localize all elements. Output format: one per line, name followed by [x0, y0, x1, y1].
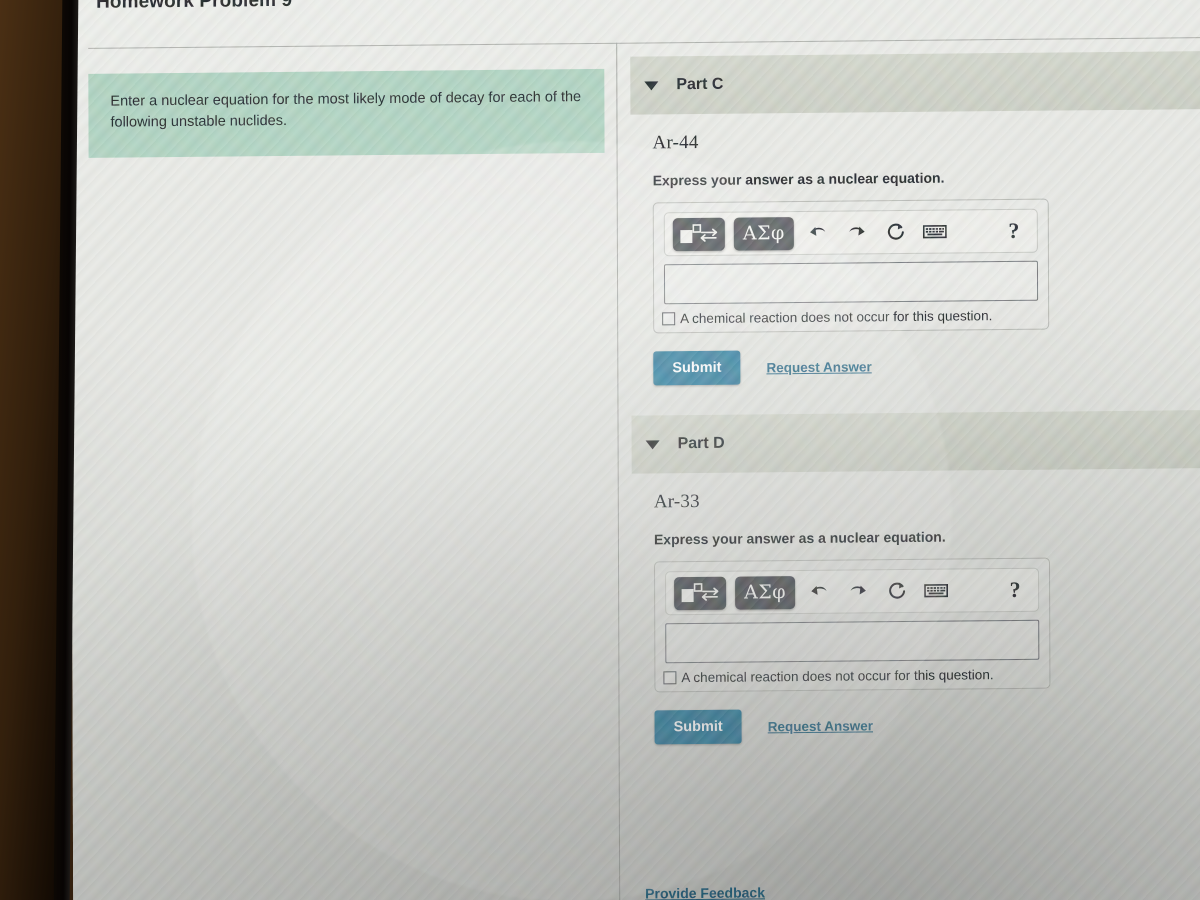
greek-symbols-button[interactable]: ΑΣφ — [735, 575, 796, 610]
part-d-no-reaction-row[interactable]: A chemical reaction does not occur for t… — [663, 667, 1039, 686]
part-c-answer-toolbar: ΑΣφ ? — [663, 208, 1038, 257]
chevron-down-icon[interactable] — [645, 439, 660, 449]
column-divider — [616, 42, 621, 900]
no-reaction-label: A chemical reaction does not occur for t… — [680, 308, 993, 327]
part-c-nuclide: Ar-44 — [652, 131, 699, 154]
chevron-down-icon[interactable] — [644, 80, 659, 90]
app-header: Homework Problem 9 — [70, 0, 1200, 48]
part-c-instruction: Express your answer as a nuclear equatio… — [652, 169, 945, 189]
provide-feedback-link[interactable]: Provide Feedback — [645, 884, 765, 900]
request-answer-link[interactable]: Request Answer — [766, 359, 871, 375]
part-d-instruction: Express your answer as a nuclear equatio… — [653, 528, 946, 548]
part-c-actions: Submit Request Answer — [653, 346, 1200, 386]
submit-button[interactable]: Submit — [653, 350, 741, 386]
reset-glyph — [887, 223, 904, 240]
help-icon[interactable]: ? — [999, 216, 1029, 246]
template-button[interactable] — [674, 576, 727, 610]
app-page: Homework Problem 9 Enter a nuclear equat… — [70, 0, 1200, 900]
part-d-nuclide: Ar-33 — [653, 490, 700, 513]
photo-of-screen: Homework Problem 9 Enter a nuclear equat… — [0, 0, 1200, 900]
parts-column: Part C Ar-44 Express your answer as a nu… — [630, 50, 1200, 775]
part-c-answer-input[interactable] — [663, 260, 1039, 305]
part-c-no-reaction-row[interactable]: A chemical reaction does not occur for t… — [662, 308, 1038, 327]
part-c-body: Ar-44 Express your answer as a nuclear e… — [630, 109, 1200, 386]
part-c-answer-widget: ΑΣφ ? A chemical reaction does not occur… — [652, 198, 1050, 334]
redo-icon[interactable] — [842, 217, 872, 247]
part-d-body: Ar-33 Express your answer as a nuclear e… — [632, 468, 1200, 745]
submit-button[interactable]: Submit — [654, 709, 742, 745]
undo-icon[interactable] — [804, 577, 834, 607]
reset-icon[interactable] — [881, 217, 911, 247]
part-d-answer-input[interactable] — [665, 619, 1040, 664]
no-reaction-label: A chemical reaction does not occur for t… — [681, 667, 994, 686]
template-icon — [681, 583, 719, 603]
undo-glyph — [810, 227, 826, 236]
part-c: Part C Ar-44 Express your answer as a nu… — [630, 50, 1200, 386]
request-answer-link[interactable]: Request Answer — [768, 718, 873, 734]
part-d: Part D Ar-33 Express your answer as a nu… — [631, 409, 1200, 745]
part-c-header[interactable]: Part C — [630, 50, 1200, 115]
no-reaction-checkbox[interactable] — [662, 312, 676, 326]
undo-icon[interactable] — [803, 218, 833, 248]
part-d-actions: Submit Request Answer — [654, 705, 1200, 745]
no-reaction-checkbox[interactable] — [663, 671, 677, 685]
reset-icon[interactable] — [882, 576, 912, 606]
question-prompt-box: Enter a nuclear equation for the most li… — [88, 68, 605, 158]
template-button[interactable] — [672, 217, 725, 251]
part-d-header[interactable]: Part D — [631, 409, 1200, 474]
part-c-label: Part C — [676, 75, 724, 94]
reset-glyph — [889, 582, 906, 599]
monitor-screen: Homework Problem 9 Enter a nuclear equat… — [70, 0, 1200, 900]
greek-symbols-button[interactable]: ΑΣφ — [733, 216, 794, 251]
keyboard-icon[interactable] — [920, 217, 950, 247]
part-d-answer-toolbar: ΑΣφ ? — [665, 567, 1040, 616]
prompt-column: Enter a nuclear equation for the most li… — [88, 68, 605, 158]
part-d-answer-widget: ΑΣφ ? A chemical reaction does not occur… — [654, 557, 1051, 693]
keyboard-glyph — [922, 224, 947, 239]
question-prompt-text: Enter a nuclear equation for the most li… — [110, 89, 582, 131]
part-d-label: Part D — [677, 434, 725, 453]
template-icon — [680, 224, 718, 244]
redo-glyph — [849, 226, 865, 236]
undo-glyph — [811, 586, 827, 595]
keyboard-glyph — [924, 584, 948, 598]
help-icon[interactable]: ? — [1000, 575, 1030, 605]
page-title: Homework Problem 9 — [96, 0, 293, 13]
redo-glyph — [850, 585, 866, 595]
keyboard-icon[interactable] — [921, 576, 951, 606]
redo-icon[interactable] — [843, 576, 873, 606]
